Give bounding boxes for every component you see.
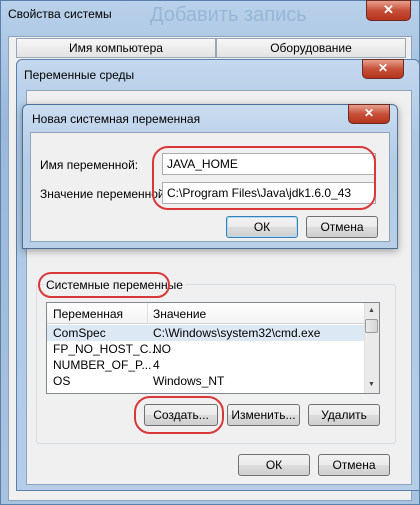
new-system-variable-title: Новая системная переменная <box>32 112 201 126</box>
system-variables-list[interactable]: Переменная Значение ComSpec C:\Windows\s… <box>46 302 380 394</box>
new-variable-ok-button[interactable]: ОК <box>226 216 298 238</box>
highlight-oval-inputs <box>152 146 376 210</box>
row-variable: FP_NO_HOST_C... <box>53 342 159 356</box>
highlight-oval-create <box>134 396 224 434</box>
scroll-thumb[interactable] <box>365 319 378 333</box>
row-variable: OS <box>53 374 71 388</box>
scroll-down-arrow-icon[interactable]: ▼ <box>365 378 378 392</box>
background-window-title: Добавить запись <box>150 4 307 26</box>
row-value: NO <box>153 342 171 356</box>
list-header: Переменная Значение <box>47 303 365 324</box>
tab-hardware[interactable]: Оборудование <box>216 38 406 58</box>
system-properties-close-button[interactable]: ✕ <box>366 0 411 21</box>
row-value: 4 <box>153 358 160 372</box>
row-value: C:\Windows\system32\cmd.exe <box>153 326 321 340</box>
delete-button[interactable]: Удалить <box>308 404 380 426</box>
variable-name-label: Имя переменной: <box>40 158 139 172</box>
table-row[interactable]: ComSpec C:\Windows\system32\cmd.exe <box>47 325 364 341</box>
column-header-variable[interactable]: Переменная <box>53 307 123 321</box>
close-icon: ✕ <box>363 106 375 120</box>
table-row[interactable]: NUMBER_OF_P... 4 <box>47 357 364 373</box>
tab-label: Имя компьютера <box>69 41 163 55</box>
env-cancel-button[interactable]: Отмена <box>318 454 390 476</box>
system-properties-title: Свойства системы <box>8 7 112 21</box>
table-row[interactable]: OS Windows_NT <box>47 373 364 389</box>
row-variable: NUMBER_OF_P... <box>53 358 152 372</box>
new-variable-cancel-button[interactable]: Отмена <box>306 216 378 238</box>
environment-variables-close-button[interactable]: ✕ <box>362 59 404 79</box>
table-row[interactable]: FP_NO_HOST_C... NO <box>47 341 364 357</box>
highlight-oval-system-vars <box>38 272 170 298</box>
close-icon: ✕ <box>377 61 389 75</box>
variable-value-label: Значение переменной: <box>40 187 168 201</box>
row-value: Windows_NT <box>153 374 225 388</box>
close-icon: ✕ <box>383 2 394 17</box>
tab-computer-name[interactable]: Имя компьютера <box>16 38 216 58</box>
new-variable-close-button[interactable]: ✕ <box>348 104 390 124</box>
scroll-up-arrow-icon[interactable]: ▲ <box>365 304 378 318</box>
column-divider <box>147 303 148 323</box>
env-ok-button[interactable]: ОК <box>238 454 310 476</box>
row-variable: ComSpec <box>53 326 106 340</box>
edit-button[interactable]: Изменить... <box>227 404 300 426</box>
environment-variables-title: Переменные среды <box>24 68 135 82</box>
tab-label: Оборудование <box>270 41 352 55</box>
column-header-value[interactable]: Значение <box>153 307 206 321</box>
